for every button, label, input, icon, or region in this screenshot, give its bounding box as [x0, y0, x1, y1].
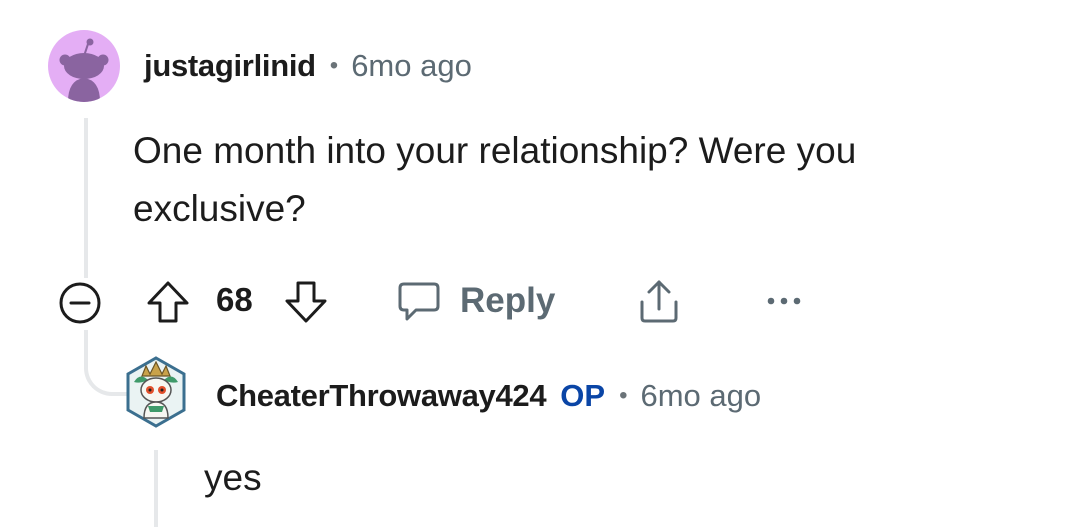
upvote-button[interactable]: [144, 278, 192, 326]
reply-label: Reply: [460, 281, 556, 320]
separator-dot: •: [619, 382, 628, 409]
more-dots-icon: [767, 297, 801, 305]
share-icon: [640, 280, 678, 323]
comment-header: justagirlinid • 6mo ago: [144, 44, 472, 88]
more-options-button[interactable]: [762, 276, 806, 326]
upvote-arrow-icon: [147, 281, 189, 323]
thread-line[interactable]: [84, 118, 88, 278]
avatar[interactable]: [124, 354, 188, 430]
downvote-button[interactable]: [282, 278, 330, 326]
timestamp: 6mo ago: [640, 378, 762, 413]
username[interactable]: justagirlinid: [144, 48, 316, 84]
comment-action-bar: 68 Reply: [56, 272, 816, 328]
share-button[interactable]: [634, 276, 684, 326]
custom-avatar-icon: [126, 356, 186, 428]
reply-button[interactable]: Reply: [396, 276, 555, 326]
comment-body: yes: [204, 457, 262, 498]
thread-connector: [84, 330, 128, 396]
op-badge: OP: [560, 378, 606, 413]
timestamp: 6mo ago: [351, 48, 472, 83]
speech-bubble-icon: [398, 282, 440, 321]
comment-body: One month into your relationship? Were y…: [133, 130, 857, 229]
collapse-button[interactable]: [56, 279, 104, 327]
comment-header: CheaterThrowaway424 OP • 6mo ago: [216, 374, 761, 418]
vote-score: 68: [216, 281, 253, 318]
comment-thread: justagirlinid • 6mo ago One month into y…: [0, 0, 1079, 527]
thread-line[interactable]: [154, 450, 158, 527]
avatar[interactable]: [48, 30, 120, 102]
downvote-arrow-icon: [285, 281, 327, 323]
separator-dot: •: [329, 52, 339, 79]
snoo-avatar-icon: [59, 38, 109, 102]
username[interactable]: CheaterThrowaway424: [216, 378, 547, 414]
collapse-minus-icon: [59, 282, 101, 324]
